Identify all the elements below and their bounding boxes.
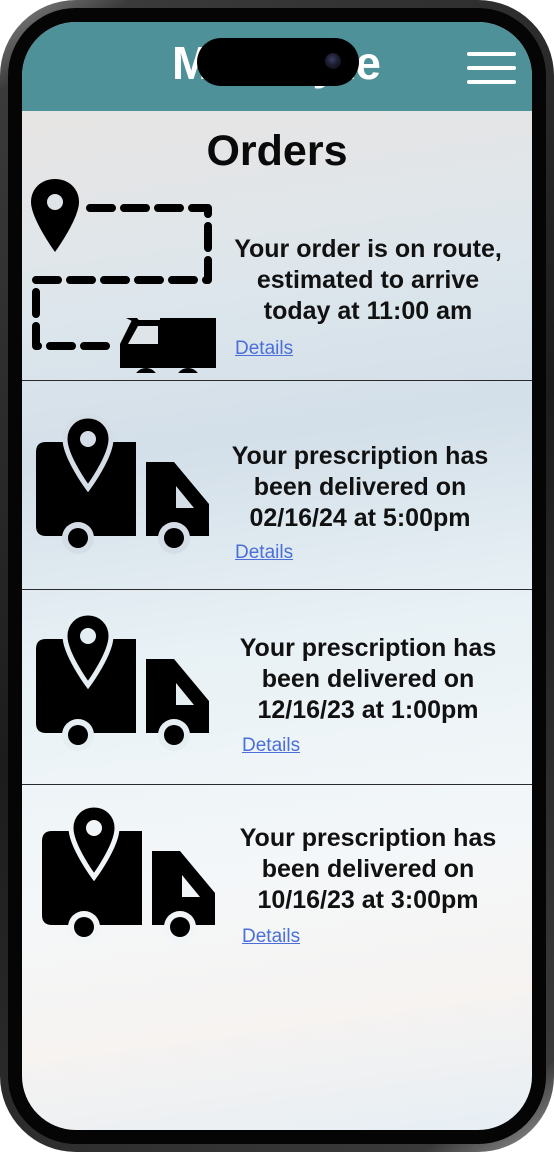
details-link[interactable]: Details [242, 926, 300, 948]
page-title: Orders [206, 127, 348, 175]
order-status-text: Your prescription has been delivered on … [239, 824, 497, 914]
order-divider [22, 589, 532, 590]
front-camera-icon [325, 53, 341, 69]
order-status-text: Your prescription has been delivered on … [231, 442, 489, 532]
hamburger-menu-icon[interactable] [467, 52, 516, 84]
delivered-map-truck-icon [40, 802, 218, 943]
app-screen: MediSyte Orders Your order is on route, … [22, 22, 532, 1130]
route-map-truck-icon [22, 176, 222, 392]
order-divider [22, 784, 532, 785]
details-link[interactable]: Details [235, 542, 293, 564]
delivered-map-truck-icon [34, 610, 212, 751]
order-status-text: Your prescription has been delivered on … [239, 634, 497, 724]
details-link[interactable]: Details [242, 735, 300, 757]
delivered-map-truck-icon [34, 413, 212, 554]
order-divider [22, 380, 532, 381]
details-link[interactable]: Details [235, 338, 293, 360]
order-status-text: Your order is on route, estimated to arr… [234, 235, 502, 325]
